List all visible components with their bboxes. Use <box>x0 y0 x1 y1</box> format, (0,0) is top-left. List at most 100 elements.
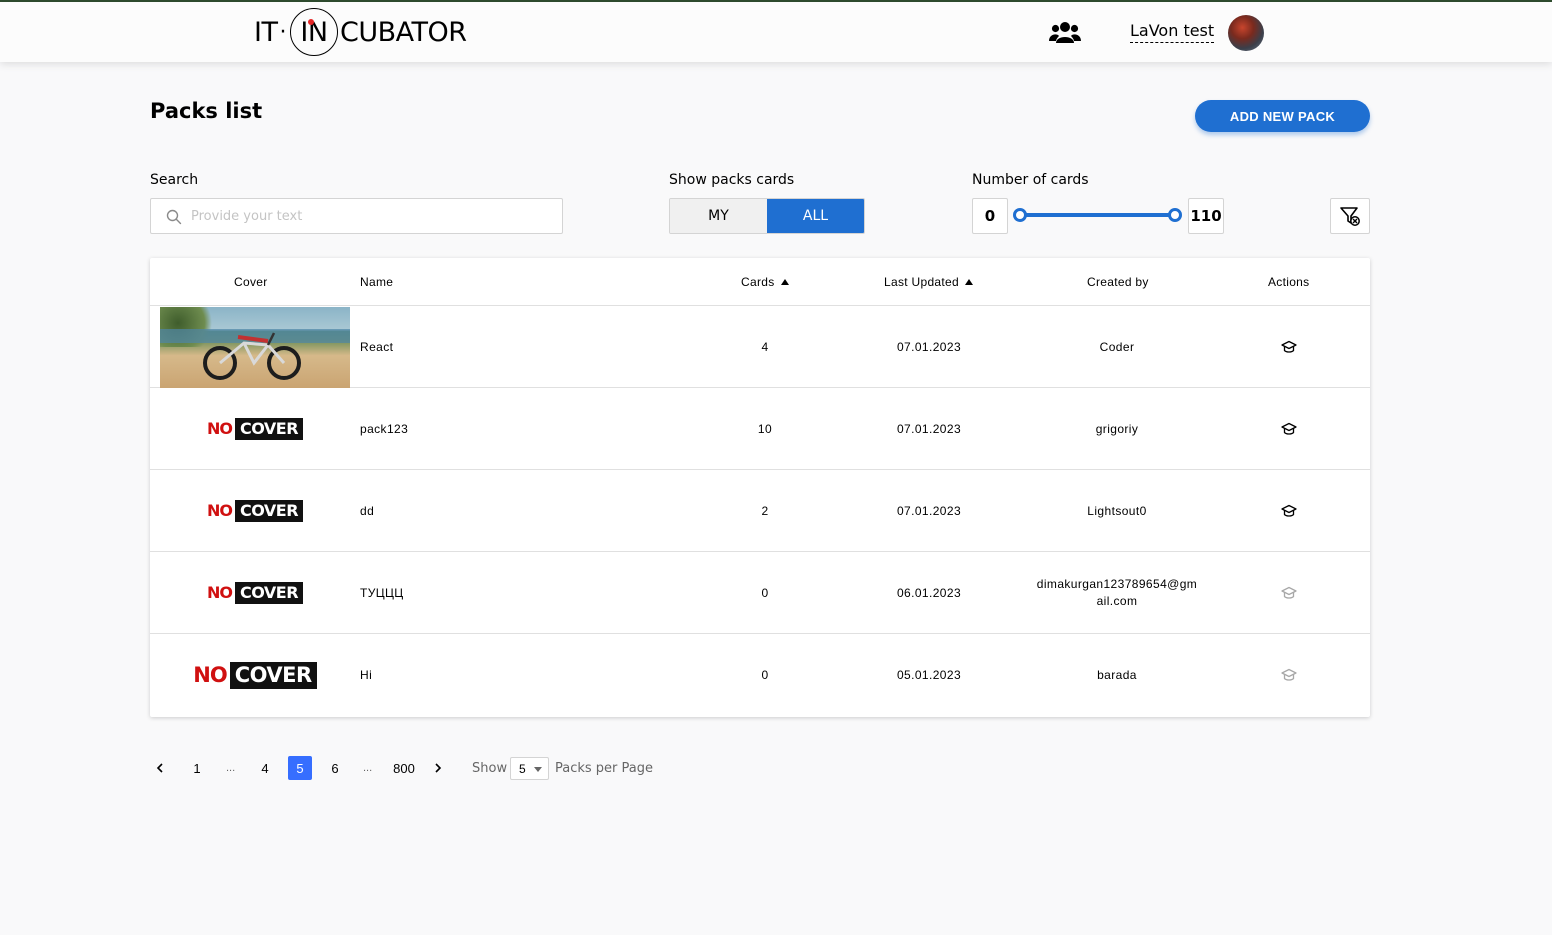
logo-red-dot <box>307 19 314 25</box>
pack-created-by: barada <box>1097 668 1137 682</box>
table-row: NO COVER dd 2 07.01.2023 Lightsout0 <box>150 470 1370 552</box>
search-field[interactable] <box>150 198 563 234</box>
header-cover: Cover <box>234 275 268 289</box>
avatar[interactable] <box>1228 15 1264 51</box>
show-label: Show <box>472 760 508 776</box>
table-row: NO COVER Hi 0 05.01.2023 barada <box>150 634 1370 716</box>
pack-last-updated: 06.01.2023 <box>896 586 962 600</box>
packs-table: Cover Name Cards Last Updated Created by… <box>150 258 1370 717</box>
header-actions: Actions <box>1268 275 1310 289</box>
pack-created-by: Coder <box>1099 340 1135 354</box>
header-cards-label: Cards <box>741 275 775 289</box>
slider-min-handle[interactable] <box>1013 208 1027 222</box>
learn-icon <box>1281 586 1297 599</box>
app-header: IT · IN CUBATOR LaVon test <box>0 2 1552 62</box>
clear-filters-button[interactable] <box>1330 198 1370 234</box>
table-row: NO COVER pack123 10 07.01.2023 grigoriy <box>150 388 1370 470</box>
header-updated-label: Last Updated <box>884 275 959 289</box>
pack-cards-count: 4 <box>761 340 769 354</box>
pack-last-updated: 07.01.2023 <box>896 422 962 436</box>
page-button-current[interactable]: 5 <box>288 756 312 780</box>
add-new-pack-button[interactable]: ADD NEW PACK <box>1195 100 1370 132</box>
toggle-my-button[interactable]: MY <box>670 199 767 233</box>
page-title: Packs list <box>150 99 263 123</box>
page-ellipsis: ... <box>226 762 236 774</box>
learn-icon[interactable] <box>1281 504 1297 518</box>
search-label: Search <box>150 172 199 188</box>
actions-cell <box>1269 552 1309 634</box>
cards-range-slider[interactable] <box>1020 213 1175 217</box>
user-name-link[interactable]: LaVon test <box>1130 21 1215 43</box>
show-packs-toggle: MY ALL <box>669 198 865 234</box>
pack-cards-count: 0 <box>761 586 769 600</box>
search-input[interactable] <box>191 199 551 233</box>
no-cover-no: NO <box>206 419 233 438</box>
logo-cubator: CUBATOR <box>339 16 467 48</box>
page-button[interactable]: 6 <box>328 756 342 780</box>
pack-name[interactable]: Hi <box>360 634 720 716</box>
page-button[interactable]: 4 <box>258 756 272 780</box>
table-row: NO COVER ТУЦЦЦ 0 06.01.2023 dimakurgan12… <box>150 552 1370 634</box>
no-cover-cover: COVER <box>228 660 318 690</box>
no-cover-badge: NO COVER <box>206 581 305 605</box>
pack-cards-count: 10 <box>757 422 773 436</box>
cover-cell: NO COVER <box>160 634 350 716</box>
logo-in-circle: IN <box>289 8 338 56</box>
it-incubator-logo[interactable]: IT · IN CUBATOR <box>254 8 467 56</box>
actions-cell <box>1269 634 1309 716</box>
actions-cell <box>1269 388 1309 470</box>
sort-up-icon <box>965 279 973 285</box>
header-cards[interactable]: Cards <box>741 275 789 289</box>
chevron-right-icon[interactable] <box>434 763 442 773</box>
no-cover-no: NO <box>206 583 233 602</box>
per-page-value: 5 <box>519 761 526 776</box>
pack-cover-image <box>160 306 350 388</box>
slider-max-handle[interactable] <box>1168 208 1182 222</box>
logo-separator: · <box>279 19 286 45</box>
no-cover-cover: COVER <box>233 581 305 605</box>
pack-name[interactable]: dd <box>360 470 720 552</box>
number-of-cards-label: Number of cards <box>972 172 1089 188</box>
pack-last-updated: 07.01.2023 <box>896 340 962 354</box>
no-cover-cover: COVER <box>233 499 305 523</box>
no-cover-badge: NO COVER <box>206 499 305 523</box>
users-icon[interactable] <box>1049 19 1081 45</box>
header-last-updated[interactable]: Last Updated <box>884 275 973 289</box>
cover-cell: NO COVER <box>160 388 350 470</box>
learn-icon[interactable] <box>1281 422 1297 436</box>
max-cards-value: 110 <box>1188 198 1224 234</box>
pack-name[interactable]: pack123 <box>360 388 720 470</box>
chevron-left-icon[interactable] <box>156 763 164 773</box>
actions-cell <box>1269 470 1309 552</box>
no-cover-cover: COVER <box>233 417 305 441</box>
search-icon <box>166 209 182 225</box>
per-page-select[interactable]: 5 <box>510 757 549 780</box>
logo-it: IT <box>254 16 278 48</box>
bike-picture <box>203 331 301 380</box>
no-cover-no: NO <box>193 662 227 687</box>
show-packs-label: Show packs cards <box>669 172 795 188</box>
header-name[interactable]: Name <box>360 275 393 289</box>
cover-cell: NO COVER <box>160 470 350 552</box>
min-cards-value: 0 <box>972 198 1008 234</box>
learn-icon <box>1281 668 1297 681</box>
toggle-all-button[interactable]: ALL <box>767 199 864 233</box>
no-cover-no: NO <box>206 501 233 520</box>
pack-name[interactable]: ТУЦЦЦ <box>360 552 720 634</box>
pack-cards-count: 0 <box>761 668 769 682</box>
page-button[interactable]: 1 <box>190 756 204 780</box>
no-cover-badge: NO COVER <box>193 660 318 690</box>
page-button[interactable]: 800 <box>390 756 418 780</box>
pack-created-by: grigoriy <box>1095 422 1139 436</box>
pack-last-updated: 05.01.2023 <box>896 668 962 682</box>
pagination: 1 ... 4 5 6 ... 800 Show 5 Packs per Pag… <box>150 756 670 782</box>
no-cover-badge: NO COVER <box>206 417 305 441</box>
table-header: Cover Name Cards Last Updated Created by… <box>150 258 1370 306</box>
chevron-down-icon <box>534 767 542 772</box>
learn-icon[interactable] <box>1281 340 1297 354</box>
cover-cell: NO COVER <box>160 552 350 634</box>
table-row: React 4 07.01.2023 Coder <box>150 306 1370 388</box>
cover-cell <box>160 306 350 388</box>
pack-name[interactable]: React <box>360 306 720 388</box>
sort-up-icon <box>780 279 789 285</box>
